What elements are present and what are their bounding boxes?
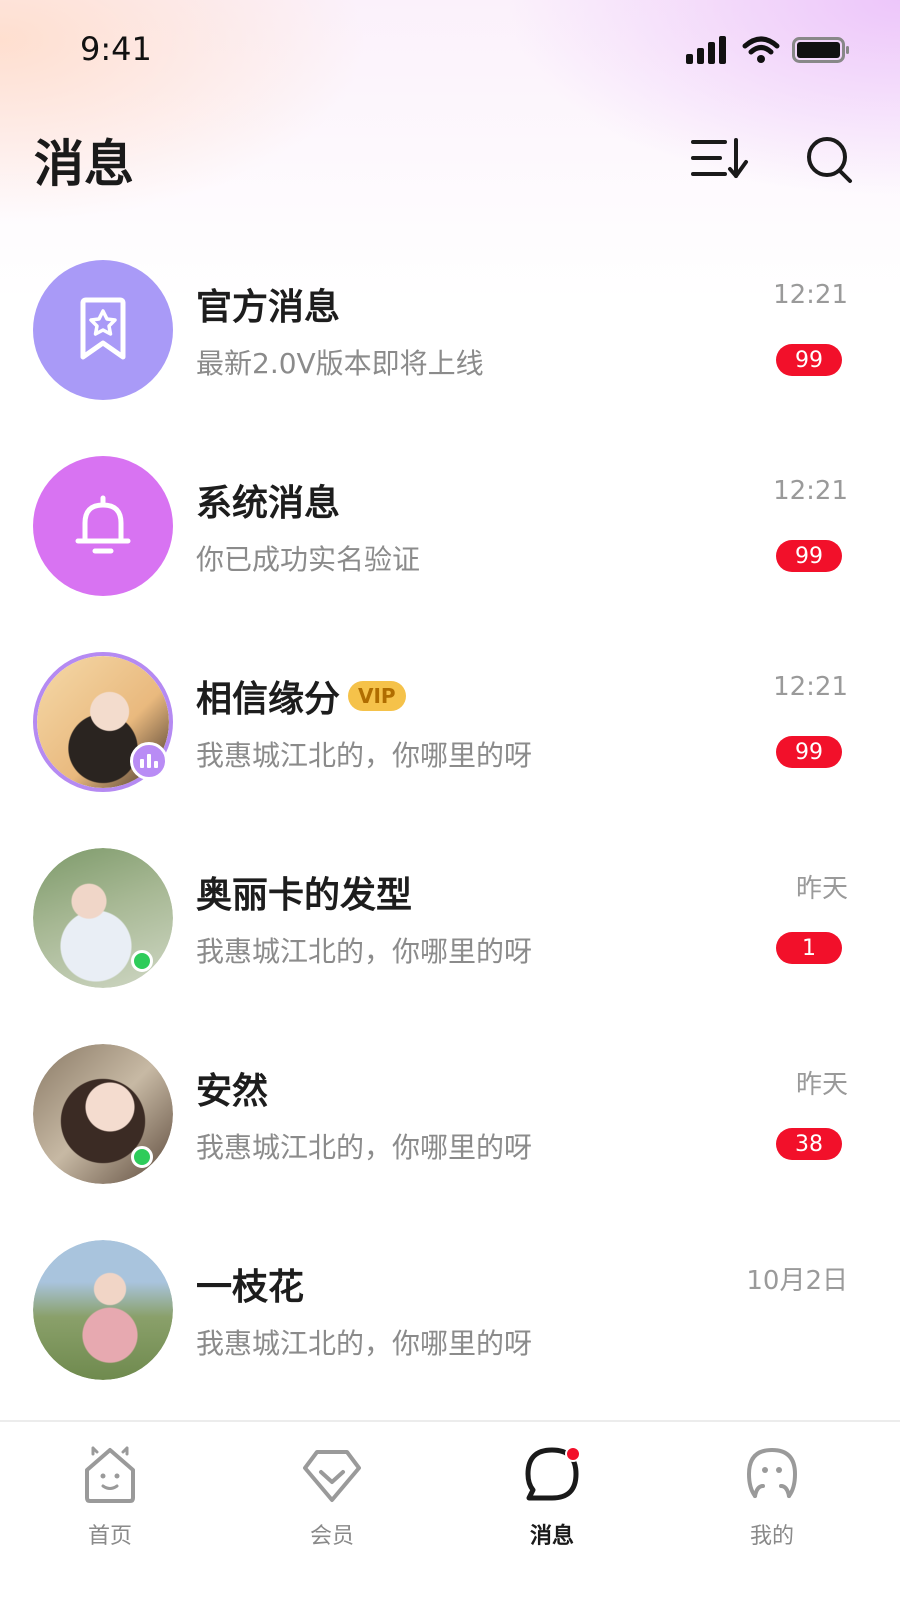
message-time: 12:21 [773,280,848,310]
unread-badge: 38 [776,1128,842,1160]
system-avatar [33,456,173,596]
user-photo [33,1240,173,1380]
page-title: 消息 [34,135,134,193]
message-preview: 最新2.0V版本即将上线 [196,347,484,380]
tab-bar: 首页 会员 消息 我的 [0,1420,900,1600]
message-preview: 我惠城江北的，你哪里的呀 [196,1131,533,1164]
message-time: 昨天 [795,874,848,904]
tab-profile[interactable]: 我的 [712,1444,832,1554]
avatar [33,848,173,988]
avatar [33,1240,173,1380]
tab-label: 消息 [529,1524,574,1549]
name-text: 安然 [196,1071,269,1112]
status-time: 9:41 [80,30,152,68]
battery-icon [792,37,849,63]
online-indicator [131,950,153,972]
message-preview: 我惠城江北的，你哪里的呀 [196,1327,533,1360]
search-button[interactable] [800,130,860,190]
conversation-name: 相信缘分 VIP [196,670,406,722]
conversation-row[interactable]: 奥丽卡的发型 我惠城江北的，你哪里的呀 昨天 1 [0,838,900,1034]
tab-label: 会员 [309,1524,354,1549]
conversation-name: 官方消息 [196,278,340,330]
page-header: 消息 [0,120,900,200]
home-icon [79,1444,141,1506]
status-bar: 9:41 [0,0,900,100]
message-time: 12:21 [773,672,848,702]
chat-icon [521,1444,583,1506]
signal-icon [686,36,726,64]
user-photo [33,848,173,988]
message-preview: 我惠城江北的，你哪里的呀 [196,935,533,968]
unread-badge: 99 [776,736,842,768]
online-indicator [131,1146,153,1168]
tab-member[interactable]: 会员 [272,1444,392,1554]
tab-label: 我的 [749,1524,794,1549]
conversation-name: 安然 [196,1062,268,1114]
message-time: 10月2日 [746,1266,848,1296]
conversation-row[interactable]: 相信缘分 VIP 我惠城江北的，你哪里的呀 12:21 99 [0,642,900,838]
user-photo [33,1044,173,1184]
name-text: 相信缘分 [196,679,341,720]
message-time: 12:21 [773,476,848,506]
conversation-name: 奥丽卡的发型 [196,866,412,918]
diamond-icon [301,1444,363,1506]
conversation-row[interactable]: 安然 我惠城江北的，你哪里的呀 昨天 38 [0,1034,900,1230]
bell-icon [75,495,131,554]
live-icon [130,742,168,780]
search-icon [807,137,852,183]
sort-icon [691,138,748,178]
name-text: 官方消息 [196,287,341,328]
sort-button[interactable] [690,130,750,190]
message-preview: 你已成功实名验证 [196,543,421,576]
unread-badge: 1 [776,932,842,964]
avatar [33,1044,173,1184]
conversation-list: 官方消息 最新2.0V版本即将上线 12:21 99 系统消息 你已成功实名验证… [0,250,900,1426]
message-preview: 我惠城江北的，你哪里的呀 [196,739,533,772]
star-bookmark-icon [80,297,126,360]
tab-home[interactable]: 首页 [50,1444,170,1554]
tab-messages[interactable]: 消息 [492,1444,612,1554]
notification-dot [565,1446,581,1462]
name-text: 系统消息 [196,483,341,524]
wifi-icon [742,36,780,63]
official-avatar [33,260,173,400]
conversation-row[interactable]: 一枝花 我惠城江北的，你哪里的呀 10月2日 [0,1230,900,1426]
status-icons [686,36,850,64]
conversation-row-system[interactable]: 系统消息 你已成功实名验证 12:21 99 [0,446,900,642]
conversation-name: 一枝花 [196,1258,304,1310]
message-time: 昨天 [795,1070,848,1100]
vip-badge: VIP [348,681,406,711]
profile-icon [741,1444,803,1506]
unread-badge: 99 [776,344,842,376]
tab-label: 首页 [87,1524,132,1549]
conversation-name: 系统消息 [196,474,340,526]
name-text: 奥丽卡的发型 [196,875,413,916]
name-text: 一枝花 [196,1267,305,1308]
unread-badge: 99 [776,540,842,572]
conversation-row-official[interactable]: 官方消息 最新2.0V版本即将上线 12:21 99 [0,250,900,446]
